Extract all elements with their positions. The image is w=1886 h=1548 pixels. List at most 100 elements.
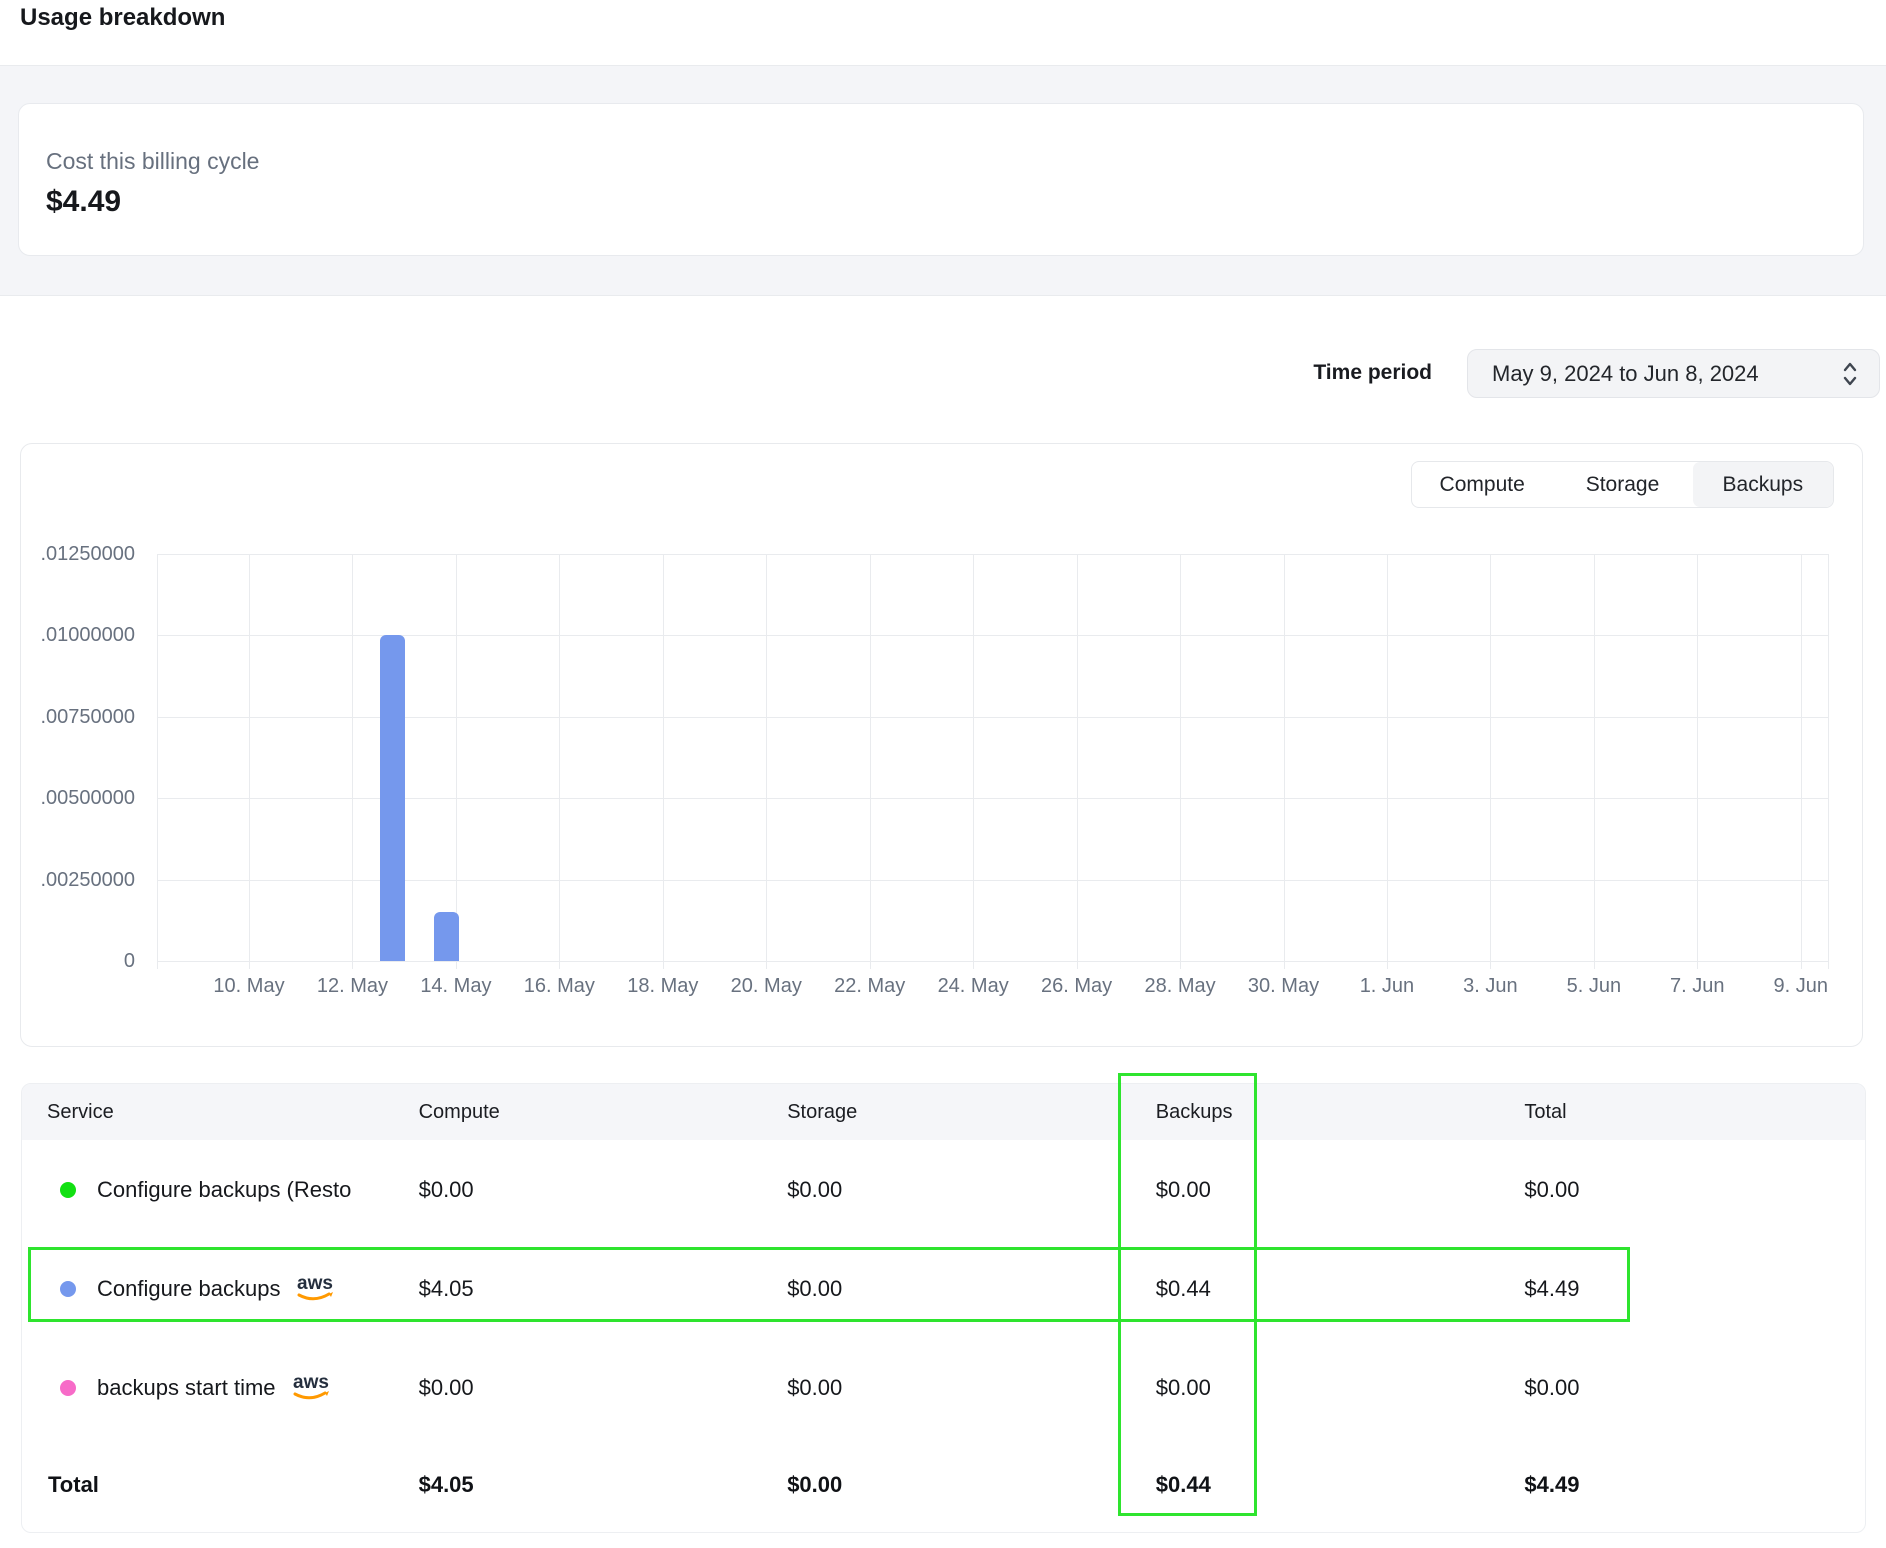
aws-logo: aws — [294, 1272, 338, 1306]
v-gridline — [1180, 554, 1181, 969]
y-axis-tick-label: .00750000 — [21, 705, 135, 729]
h-gridline — [157, 554, 1828, 555]
storage-value: $0.00 — [759, 1276, 1128, 1302]
x-axis-tick-label: 7. Jun — [1637, 975, 1757, 998]
column-header-compute: Compute — [391, 1101, 760, 1124]
tab-backups[interactable]: Backups — [1693, 462, 1833, 507]
v-gridline — [559, 554, 560, 969]
series-dot — [60, 1281, 76, 1297]
series-dot — [60, 1182, 76, 1198]
tab-storage[interactable]: Storage — [1552, 462, 1692, 507]
v-gridline — [1697, 554, 1698, 969]
tab-compute[interactable]: Compute — [1412, 462, 1552, 507]
billing-summary-section: Cost this billing cycle $4.49 — [0, 65, 1886, 296]
svg-text:aws: aws — [293, 1372, 329, 1393]
backups-value: $0.00 — [1128, 1177, 1497, 1203]
h-gridline — [157, 717, 1828, 718]
table-row: backups start time aws $0.00$0.00$0.00$0… — [22, 1338, 1865, 1437]
total-value: $4.49 — [1496, 1276, 1865, 1302]
x-axis-tick-label: 20. May — [706, 975, 826, 998]
service-cell: Configure backups (Resto — [22, 1177, 391, 1203]
table-body: Configure backups (Resto$0.00$0.00$0.00$… — [22, 1140, 1865, 1437]
column-header-storage: Storage — [759, 1101, 1128, 1124]
column-header-total: Total — [1496, 1101, 1865, 1124]
total-backups-value: $0.44 — [1128, 1472, 1497, 1498]
chart-bar[interactable] — [380, 635, 405, 961]
x-axis-tick-label: 3. Jun — [1430, 975, 1550, 998]
usage-table: Service Compute Storage Backups Total Co… — [21, 1083, 1866, 1533]
svg-text:aws: aws — [297, 1273, 333, 1294]
v-gridline — [1490, 554, 1491, 969]
service-name: Configure backups (Resto — [97, 1177, 351, 1203]
y-axis-tick-label: .01000000 — [21, 623, 135, 647]
v-gridline — [456, 554, 457, 969]
h-gridline — [157, 635, 1828, 636]
total-storage-value: $0.00 — [759, 1472, 1128, 1498]
plot-edge-line — [157, 554, 158, 969]
service-cell: Configure backups aws — [22, 1272, 391, 1306]
chart-plot — [157, 554, 1828, 961]
v-gridline — [249, 554, 250, 969]
x-axis-tick-label: 24. May — [913, 975, 1033, 998]
v-gridline — [973, 554, 974, 969]
select-chevrons-icon — [1841, 360, 1859, 388]
y-axis-tick-label: .00250000 — [21, 868, 135, 892]
compute-value: $4.05 — [391, 1276, 760, 1302]
v-gridline — [663, 554, 664, 969]
v-gridline — [1077, 554, 1078, 969]
total-value: $0.00 — [1496, 1177, 1865, 1203]
x-axis-tick-label: 22. May — [810, 975, 930, 998]
column-header-service: Service — [22, 1101, 391, 1124]
time-period-value: May 9, 2024 to Jun 8, 2024 — [1492, 361, 1759, 387]
plot-edge-line — [1828, 554, 1829, 969]
x-axis-tick-label: 12. May — [292, 975, 412, 998]
billing-cost-value: $4.49 — [46, 185, 1863, 219]
backups-value: $0.44 — [1128, 1276, 1497, 1302]
aws-logo: aws — [290, 1371, 334, 1405]
y-axis-tick-label: .01250000 — [21, 542, 135, 566]
v-gridline — [1387, 554, 1388, 969]
x-axis-tick-label: 16. May — [499, 975, 619, 998]
time-period-select[interactable]: May 9, 2024 to Jun 8, 2024 — [1467, 349, 1880, 398]
v-gridline — [1594, 554, 1595, 969]
series-dot — [60, 1380, 76, 1396]
h-gridline — [157, 880, 1828, 881]
service-cell: backups start time aws — [22, 1371, 391, 1405]
page-title: Usage breakdown — [20, 4, 225, 32]
x-axis-tick-label: 28. May — [1120, 975, 1240, 998]
service-name: Configure backups — [97, 1276, 280, 1302]
table-header-row: Service Compute Storage Backups Total — [22, 1084, 1865, 1140]
total-compute-value: $4.05 — [391, 1472, 760, 1498]
table-row: Configure backups aws $4.05$0.00$0.44$4.… — [22, 1239, 1865, 1338]
v-gridline — [1284, 554, 1285, 969]
x-axis-tick-label: 10. May — [189, 975, 309, 998]
v-gridline — [352, 554, 353, 969]
h-gridline — [157, 961, 1828, 962]
compute-value: $0.00 — [391, 1375, 760, 1401]
v-gridline — [1801, 554, 1802, 969]
storage-value: $0.00 — [759, 1375, 1128, 1401]
total-total-value: $4.49 — [1496, 1472, 1865, 1498]
compute-value: $0.00 — [391, 1177, 760, 1203]
service-name: backups start time — [97, 1375, 276, 1401]
column-header-backups: Backups — [1128, 1101, 1497, 1124]
v-gridline — [870, 554, 871, 969]
y-axis-tick-label: 0 — [21, 949, 135, 973]
x-axis-tick-label: 9. Jun — [1741, 975, 1861, 998]
v-gridline — [766, 554, 767, 969]
chart-bar[interactable] — [434, 912, 459, 961]
time-period-label: Time period — [1292, 361, 1432, 385]
chart-metric-tabs: Compute Storage Backups — [1411, 461, 1834, 508]
y-axis-labels: .01250000.01000000.00750000.00500000.002… — [21, 554, 135, 961]
h-gridline — [157, 798, 1828, 799]
table-row: Configure backups (Resto$0.00$0.00$0.00$… — [22, 1140, 1865, 1239]
billing-cost-label: Cost this billing cycle — [46, 148, 1863, 175]
storage-value: $0.00 — [759, 1177, 1128, 1203]
usage-chart-card: Compute Storage Backups .01250000 .010000… — [20, 443, 1863, 1047]
x-axis-tick-label: 26. May — [1017, 975, 1137, 998]
x-axis-tick-label: 5. Jun — [1534, 975, 1654, 998]
x-axis-tick-label: 30. May — [1224, 975, 1344, 998]
y-axis-tick-label: .00500000 — [21, 786, 135, 810]
x-axis-tick-label: 14. May — [396, 975, 516, 998]
x-axis-tick-label: 18. May — [603, 975, 723, 998]
